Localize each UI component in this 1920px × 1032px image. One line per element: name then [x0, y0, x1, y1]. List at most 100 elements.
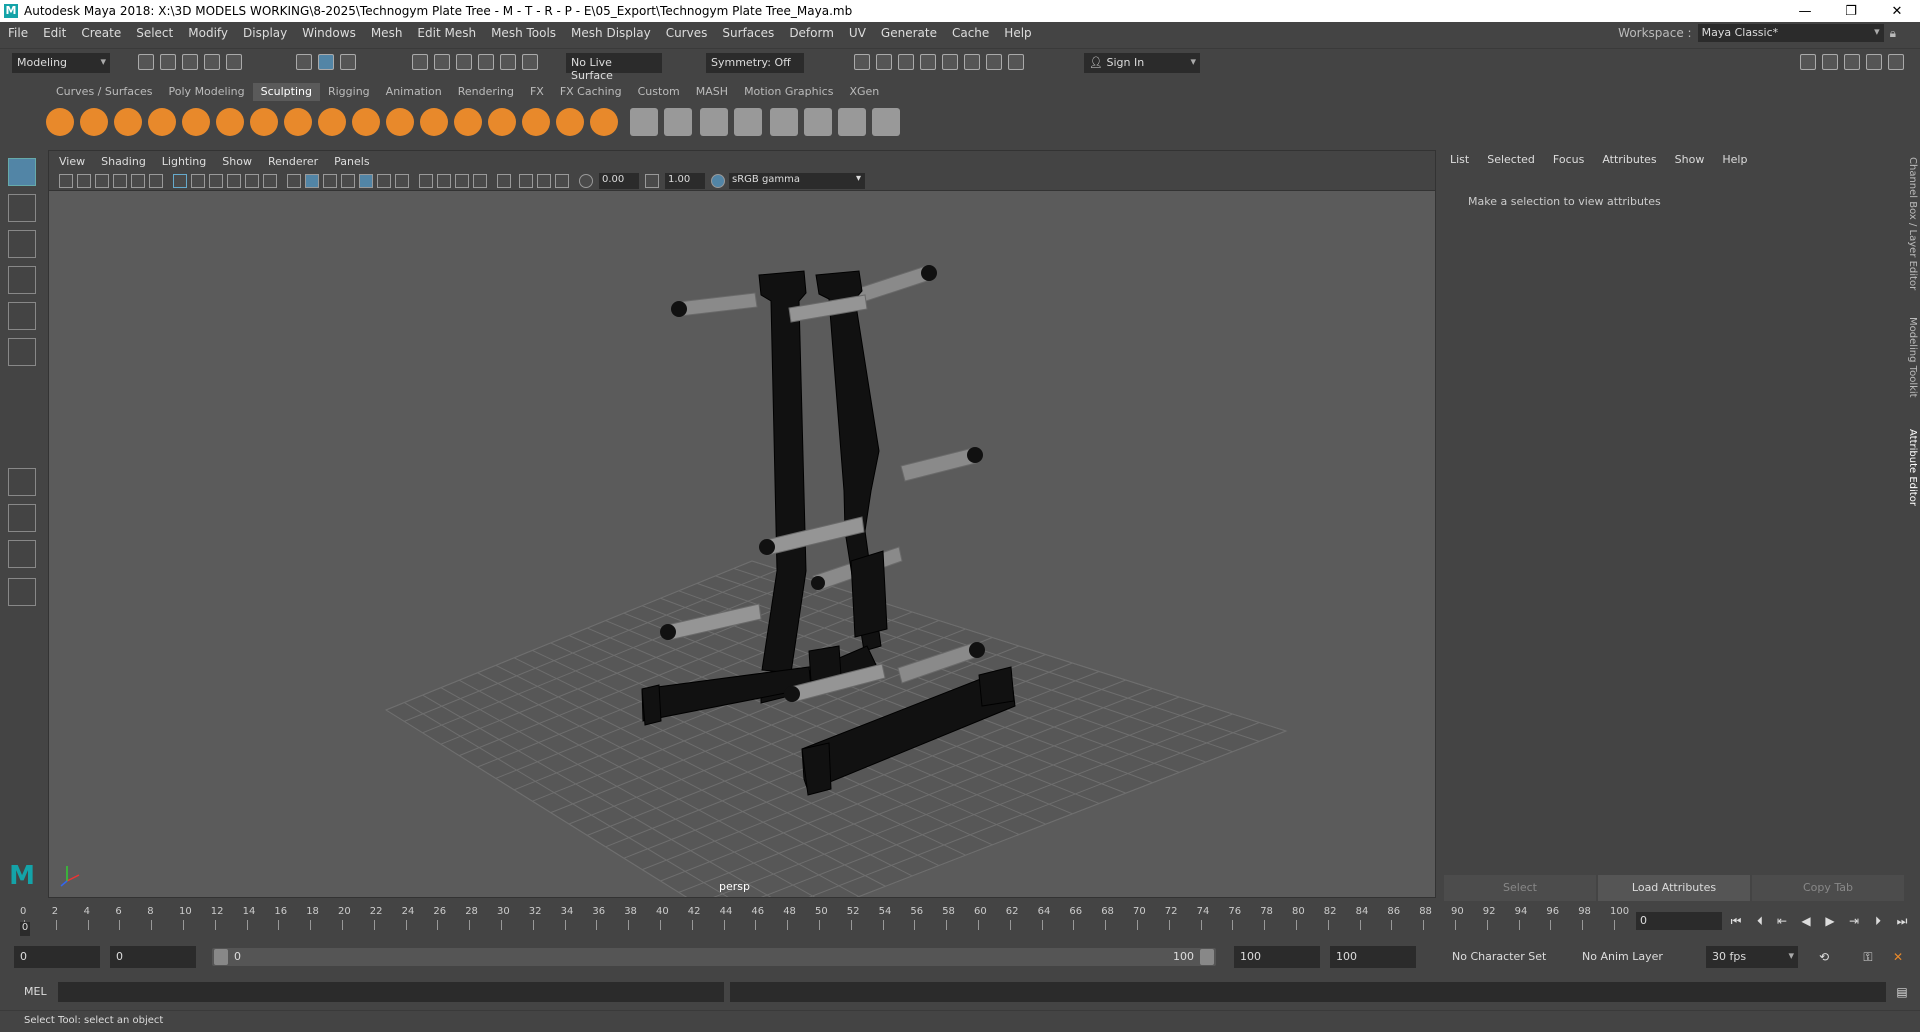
wireframe-icon[interactable]: [287, 174, 301, 188]
load-attributes-button[interactable]: Load Attributes: [1598, 875, 1750, 901]
minimize-button[interactable]: —: [1782, 0, 1828, 22]
menu-windows[interactable]: Windows: [302, 26, 356, 40]
range-start-handle[interactable]: [214, 949, 228, 965]
viewport-scene[interactable]: persp: [49, 191, 1435, 897]
lock-icon[interactable]: 🔒︎: [1890, 26, 1896, 41]
step-back-frame-icon[interactable]: ⏴: [1752, 913, 1768, 929]
attr-menu-selected[interactable]: Selected: [1487, 153, 1535, 166]
menu-edit[interactable]: Edit: [43, 26, 66, 40]
move-tool-icon[interactable]: [8, 266, 36, 294]
snap-curve-icon[interactable]: [434, 54, 450, 70]
open-scene-icon[interactable]: [160, 54, 176, 70]
gate-mask-icon[interactable]: [209, 174, 223, 188]
menu-create[interactable]: Create: [81, 26, 121, 40]
shelf-tab-rigging[interactable]: Rigging: [320, 83, 378, 101]
attr-menu-show[interactable]: Show: [1675, 153, 1705, 166]
knife-brush-icon[interactable]: [488, 108, 516, 136]
time-slider-track[interactable]: 0 2 4 6 8 10 12 14 16 18 20 22 24 26 28 30 32 34 36 38 40 42 4…: [20, 906, 1630, 938]
flatten-brush-icon[interactable]: [216, 108, 244, 136]
snap-grid-icon[interactable]: [412, 54, 428, 70]
attr-menu-list[interactable]: List: [1450, 153, 1469, 166]
redo-icon[interactable]: [226, 54, 242, 70]
repeat-brush-icon[interactable]: [318, 108, 346, 136]
field-chart-icon[interactable]: [227, 174, 241, 188]
command-language-label[interactable]: MEL: [24, 985, 47, 998]
single-pane-layout-icon[interactable]: [8, 468, 36, 496]
camera-attributes-icon[interactable]: [77, 174, 91, 188]
pause-viewport-icon[interactable]: [1008, 54, 1024, 70]
shelf-tab-animation[interactable]: Animation: [378, 83, 450, 101]
gamma-icon[interactable]: [645, 174, 659, 188]
render-view-icon[interactable]: [854, 54, 870, 70]
exposure-field[interactable]: 0.00: [599, 173, 639, 189]
snap-point-icon[interactable]: [456, 54, 472, 70]
step-forward-frame-icon[interactable]: ⏵: [1870, 913, 1886, 929]
visibility-icon[interactable]: [872, 108, 900, 136]
stamp-icon[interactable]: [804, 108, 832, 136]
freeze-brush-icon[interactable]: [630, 108, 658, 136]
copy-tab-button[interactable]: Copy Tab: [1752, 875, 1904, 901]
default-material-icon[interactable]: [323, 174, 337, 188]
viewport-menu-panels[interactable]: Panels: [334, 155, 369, 168]
snap-projected-icon[interactable]: [522, 54, 538, 70]
step-back-key-icon[interactable]: ⇤: [1774, 913, 1790, 929]
menu-mesh-tools[interactable]: Mesh Tools: [491, 26, 556, 40]
imprint-brush-icon[interactable]: [352, 108, 380, 136]
use-lights-icon[interactable]: [377, 174, 391, 188]
viewport-menu-shading[interactable]: Shading: [101, 155, 146, 168]
select-camera-icon[interactable]: [59, 174, 73, 188]
select-objects-icon[interactable]: [318, 54, 334, 70]
light-editor-icon[interactable]: [986, 54, 1002, 70]
shelf-tab-fx[interactable]: FX: [522, 83, 552, 101]
smooth-shade-icon[interactable]: [305, 174, 319, 188]
paint-select-tool-icon[interactable]: [8, 230, 36, 258]
menu-mesh-display[interactable]: Mesh Display: [571, 26, 651, 40]
outliner-layout-icon[interactable]: [8, 578, 36, 606]
shelf-tab-motion-graphics[interactable]: Motion Graphics: [736, 83, 841, 101]
shelf-tab-sculpting[interactable]: Sculpting: [252, 83, 320, 101]
range-bar[interactable]: 0 100: [212, 948, 1216, 966]
channel-box-icon[interactable]: [1888, 54, 1904, 70]
mode-dropdown[interactable]: Modeling ▾: [12, 53, 110, 73]
bulge-brush-icon[interactable]: [556, 108, 584, 136]
shelf-tab-curves-surfaces[interactable]: Curves / Surfaces: [48, 83, 161, 101]
menu-file[interactable]: File: [8, 26, 28, 40]
image-plane-icon[interactable]: [113, 174, 127, 188]
eraser-icon[interactable]: [838, 108, 866, 136]
menu-edit-mesh[interactable]: Edit Mesh: [417, 26, 476, 40]
safe-title-icon[interactable]: [263, 174, 277, 188]
step-forward-key-icon[interactable]: ⇥: [1846, 913, 1862, 929]
shelf-tab-fx-caching[interactable]: FX Caching: [552, 83, 630, 101]
range-end-handle[interactable]: [1200, 949, 1214, 965]
command-input[interactable]: [58, 982, 724, 1002]
amplify-brush-icon[interactable]: [590, 108, 618, 136]
sculpt-brush-icon[interactable]: [46, 108, 74, 136]
depth-of-field-icon[interactable]: [473, 174, 487, 188]
render-frame-icon[interactable]: [876, 54, 892, 70]
end-time-field[interactable]: 100: [1330, 946, 1416, 968]
animation-start-field[interactable]: 0: [110, 946, 196, 968]
current-frame-field[interactable]: 0: [1636, 912, 1722, 930]
smooth-brush-icon[interactable]: [80, 108, 108, 136]
blend-shape-icon[interactable]: [734, 108, 762, 136]
undo-icon[interactable]: [204, 54, 220, 70]
fps-dropdown[interactable]: 30 fps ▾: [1706, 946, 1798, 968]
attr-menu-help[interactable]: Help: [1722, 153, 1747, 166]
color-space-dropdown[interactable]: sRGB gamma ▾: [729, 173, 865, 189]
xray-icon[interactable]: [519, 174, 533, 188]
character-set-dropdown[interactable]: No Character Set: [1446, 946, 1566, 968]
live-surface-field[interactable]: No Live Surface: [566, 53, 662, 82]
save-scene-icon[interactable]: [182, 54, 198, 70]
motion-blur-icon[interactable]: [437, 174, 451, 188]
select-hierarchy-icon[interactable]: [296, 54, 312, 70]
bookmarks-icon[interactable]: [95, 174, 109, 188]
shadows-icon[interactable]: [395, 174, 409, 188]
viewport-menu-view[interactable]: View: [59, 155, 85, 168]
menu-cache[interactable]: Cache: [952, 26, 989, 40]
play-forwards-icon[interactable]: ▶: [1822, 913, 1838, 929]
hypershade-icon[interactable]: [942, 54, 958, 70]
relax-brush-icon[interactable]: [114, 108, 142, 136]
resolution-gate-icon[interactable]: [191, 174, 205, 188]
wireframe-on-shaded-icon[interactable]: [341, 174, 355, 188]
isolate-select-icon[interactable]: [497, 174, 511, 188]
